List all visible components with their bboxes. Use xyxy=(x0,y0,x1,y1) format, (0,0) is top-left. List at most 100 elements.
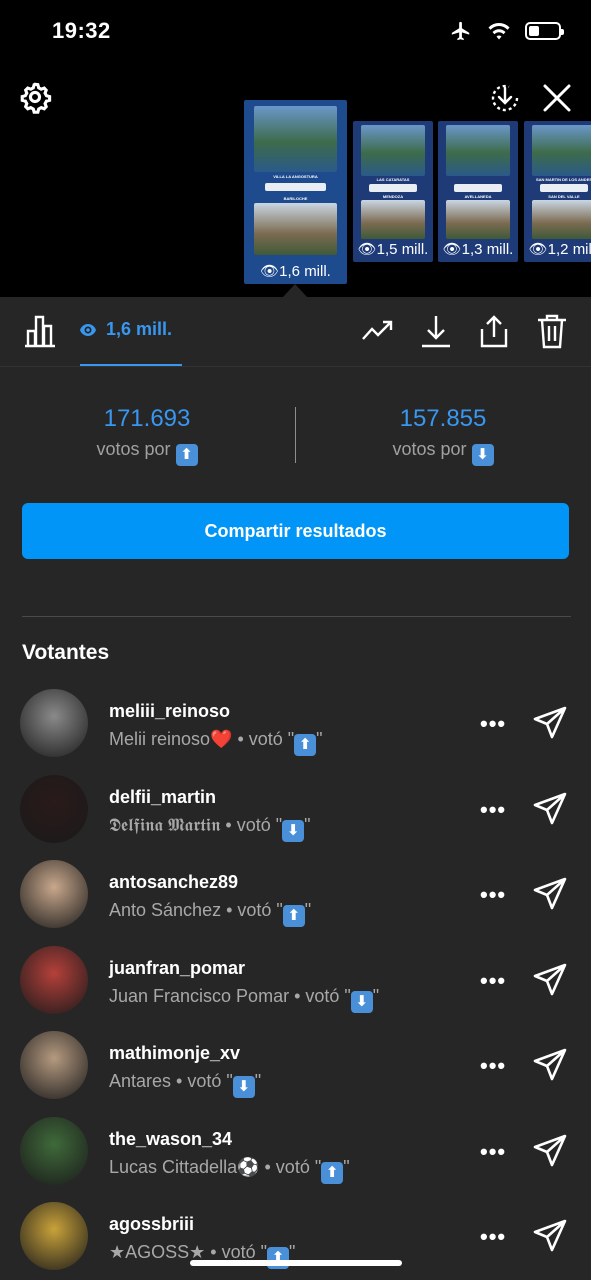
battery-icon xyxy=(525,22,564,40)
voter-row[interactable]: antosanchez89 Anto Sánchez • votó " ⬆ " ••• xyxy=(0,860,591,946)
avatar[interactable] xyxy=(20,1031,88,1099)
voter-row[interactable]: mathimonje_xv Antares • votó " ⬇ " ••• xyxy=(0,1031,591,1117)
tab-views[interactable]: 1,6 mill. xyxy=(80,319,172,340)
tab-views-underline xyxy=(80,364,182,366)
voter-username[interactable]: agossbriii xyxy=(109,1214,194,1235)
avatar[interactable] xyxy=(20,1202,88,1270)
vote-up-count: 171.693 xyxy=(103,405,191,432)
wifi-icon xyxy=(488,23,510,40)
home-indicator[interactable] xyxy=(190,1260,402,1266)
more-options-icon[interactable]: ••• xyxy=(480,797,506,823)
quote-close: " xyxy=(316,729,323,749)
thumbnail-poll-bar xyxy=(369,184,417,193)
trash-icon[interactable] xyxy=(535,313,569,349)
more-options-icon[interactable]: ••• xyxy=(480,968,506,994)
thumbnail-poll-bar xyxy=(454,184,502,193)
voter-username[interactable]: antosanchez89 xyxy=(109,872,238,893)
voter-row[interactable]: the_wason_34 Lucas Cittadella⚽ • votó " ⬆ "… xyxy=(0,1116,591,1203)
voter-username[interactable]: mathimonje_xv xyxy=(109,1043,240,1064)
quote-close: " xyxy=(372,985,380,1006)
send-message-icon[interactable] xyxy=(532,1133,568,1169)
voted-text: • votó " xyxy=(220,814,283,835)
results-panel: 1,6 mill. 171.693 votos por ⬆ 157.855 vo… xyxy=(0,297,591,1280)
avatar[interactable] xyxy=(20,1116,88,1185)
send-message-icon[interactable] xyxy=(532,791,568,827)
voter-row[interactable]: agossbriii ★AGOSS★ • votó " ⬆ " ••• xyxy=(0,1202,591,1280)
quote-close: " xyxy=(304,900,312,920)
story-thumbnail[interactable]: SAN MARTIN DE LOS ANDES SAN DEL VALLE 👁1,2… xyxy=(524,121,591,262)
arrow-up-emoji-icon: ⬆ xyxy=(282,905,305,927)
avatar[interactable] xyxy=(20,860,88,928)
share-results-button[interactable]: Compartir resultados xyxy=(22,503,569,559)
arrow-up-emoji-icon: ⬆ xyxy=(294,734,317,756)
insights-bar-chart-icon[interactable] xyxy=(22,313,58,349)
close-icon[interactable] xyxy=(541,82,573,114)
arrow-down-emoji-icon: ⬇ xyxy=(350,990,373,1013)
thumbnail-label-top: SAN MARTIN DE LOS ANDES xyxy=(535,177,591,183)
story-thumbnail[interactable]: LAS CATARATAS MENDOZA 👁1,5 mill. xyxy=(353,121,433,262)
vote-up-column: 171.693 votos por ⬆ xyxy=(2,405,292,466)
thumbnail-poll-bar xyxy=(264,182,327,191)
results-toolbar: 1,6 mill. xyxy=(0,297,591,367)
voter-full-name: 𝕯𝖊𝖑𝖋𝖎𝖓𝖆 𝕸𝖆𝖗𝖙𝖎𝖓 xyxy=(109,814,221,835)
avatar[interactable] xyxy=(20,689,88,757)
quote-close: " xyxy=(289,1242,296,1262)
avatar[interactable] xyxy=(20,774,88,843)
more-options-icon[interactable]: ••• xyxy=(480,711,506,737)
voter-username[interactable]: the_wason_34 xyxy=(109,1129,232,1150)
thumbnail-photo-top xyxy=(532,125,591,176)
voter-username[interactable]: delfii_martin xyxy=(109,787,216,808)
more-options-icon[interactable]: ••• xyxy=(480,1224,506,1250)
arrow-up-emoji-icon: ⬆ xyxy=(321,1161,344,1184)
avatar[interactable] xyxy=(20,945,88,1014)
voter-full-name: Anto Sánchez xyxy=(109,900,222,920)
send-message-icon[interactable] xyxy=(532,1047,568,1083)
trending-icon[interactable] xyxy=(361,313,395,349)
send-message-icon[interactable] xyxy=(532,962,568,998)
thumbnail-label-bottom: SAN DEL VALLE xyxy=(548,194,580,200)
voter-username[interactable]: juanfran_pomar xyxy=(109,958,245,979)
download-icon[interactable] xyxy=(419,313,453,349)
voters-title: Votantes xyxy=(22,641,110,664)
story-thumbnail[interactable]: AVELLANEDA 👁1,3 mill. xyxy=(438,121,518,262)
quote-close: " xyxy=(304,814,311,835)
thumbnail-photo-top xyxy=(254,105,337,172)
send-message-icon[interactable] xyxy=(532,876,568,912)
voted-text: • votó " xyxy=(171,1071,233,1091)
views-count: 1,6 mill. xyxy=(106,319,173,339)
airplane-mode-icon xyxy=(451,21,470,41)
thumbnail-label-bottom: MENDOZA xyxy=(382,194,404,200)
send-message-icon[interactable] xyxy=(532,1218,568,1254)
voter-row[interactable]: juanfran_pomar Juan Francisco Pomar • vot… xyxy=(0,945,591,1032)
thumbnail-photo-bottom xyxy=(361,199,425,240)
quote-close: " xyxy=(343,1156,350,1177)
vote-up-label: votos por ⬆ xyxy=(2,439,292,466)
voter-row[interactable]: meliii_reinoso Melii reinoso❤️ • votó " ⬆ "… xyxy=(0,689,591,775)
send-message-icon[interactable] xyxy=(532,705,568,741)
thumbnail-photo-top xyxy=(446,125,510,176)
download-circle-icon[interactable] xyxy=(487,80,523,116)
thumbnail-photo-bottom xyxy=(254,203,337,255)
story-thumbnail[interactable]: VILLA LA ANGOSTURA BARILOCHE 👁1,6 mill. xyxy=(244,100,347,284)
voter-full-name: Antares xyxy=(109,1071,172,1091)
voter-row[interactable]: delfii_martin 𝕯𝖊𝖑𝖋𝖎𝖓𝖆 𝕸𝖆𝖗𝖙𝖎𝖓 • votó " ⬇ " ••… xyxy=(0,774,591,861)
vote-divider xyxy=(295,407,296,463)
thumbnail-views: 👁1,6 mill. xyxy=(260,263,331,280)
vote-down-label: votos por ⬇ xyxy=(298,439,588,466)
more-options-icon[interactable]: ••• xyxy=(480,1053,506,1079)
more-options-icon[interactable]: ••• xyxy=(480,882,506,908)
thumbnail-label-bottom: BARILOCHE xyxy=(283,195,308,201)
eye-icon xyxy=(80,323,96,336)
voted-text: • votó " xyxy=(259,1156,322,1177)
voter-username[interactable]: meliii_reinoso xyxy=(109,701,230,722)
voter-full-name: Juan Francisco Pomar xyxy=(109,985,290,1006)
status-bar: 19:32 xyxy=(0,0,591,64)
voter-full-name: ★AGOSS★ xyxy=(109,1242,206,1262)
thumbnail-label-top: VILLA LA ANGOSTURA xyxy=(273,173,318,179)
share-icon[interactable] xyxy=(477,313,511,349)
more-options-icon[interactable]: ••• xyxy=(480,1139,506,1165)
thumbnail-label-top: LAS CATARATAS xyxy=(376,177,410,183)
thumbnail-views: 👁1,5 mill. xyxy=(357,241,429,258)
arrow-down-emoji-icon: ⬇ xyxy=(471,444,494,466)
gear-icon[interactable] xyxy=(18,80,52,114)
